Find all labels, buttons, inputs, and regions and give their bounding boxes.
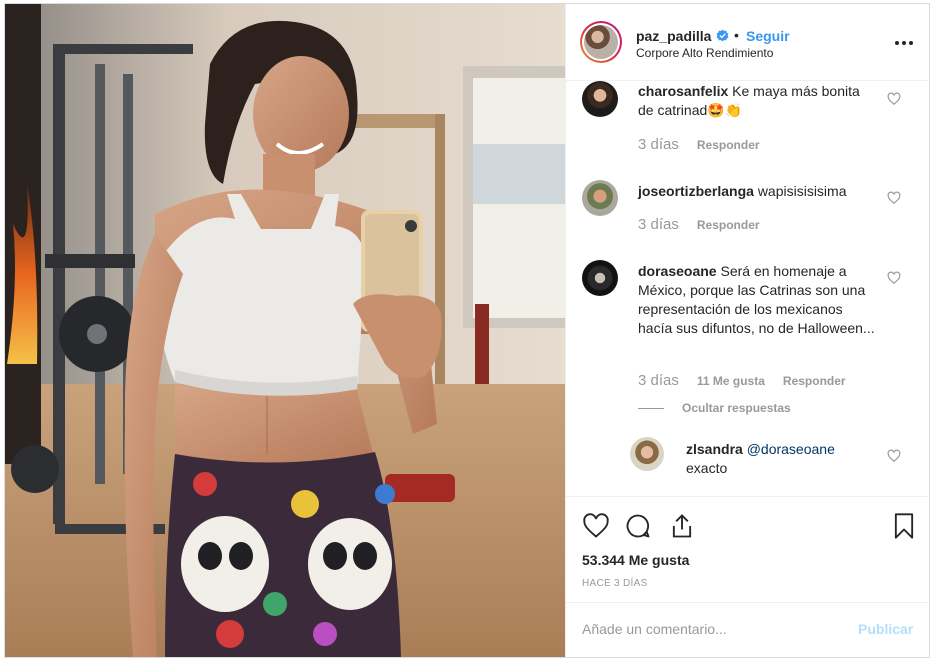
add-comment-bar: Publicar xyxy=(566,602,930,658)
comment-avatar[interactable] xyxy=(582,81,618,117)
likes-count[interactable]: 53.344 Me gusta xyxy=(582,552,689,568)
comment-like-icon[interactable] xyxy=(887,191,901,205)
bookmark-icon[interactable] xyxy=(890,512,918,540)
comment-meta: 3 días 11 Me gusta Responder xyxy=(638,372,846,389)
comment-icon[interactable] xyxy=(624,512,652,540)
comment-time[interactable]: 3 días xyxy=(638,372,679,389)
heart-icon[interactable] xyxy=(582,512,610,540)
header-separator: • xyxy=(734,27,739,43)
comment-input[interactable] xyxy=(582,617,832,641)
hide-replies-label: Ocultar respuestas xyxy=(682,401,791,415)
comment-time[interactable]: 3 días xyxy=(638,216,679,233)
author-username[interactable]: paz_padilla xyxy=(636,28,711,44)
more-options-icon[interactable] xyxy=(892,31,916,55)
comment-meta: 3 días Responder xyxy=(638,216,760,233)
comment-text: charosanfelix Ke maya más bonita de catr… xyxy=(638,83,860,118)
post-photo[interactable] xyxy=(5,4,565,657)
emoji-icons: 🤩👏 xyxy=(707,102,743,118)
post-location[interactable]: Corpore Alto Rendimiento xyxy=(636,46,773,60)
post-header: paz_padilla • Seguir Corpore Alto Rendim… xyxy=(566,4,930,81)
comment-text: doraseoane Será en homenaje a México, po… xyxy=(638,263,875,336)
comment-time[interactable]: 3 días xyxy=(638,136,679,153)
reply-username[interactable]: zlsandra xyxy=(686,441,743,457)
comment-like-icon[interactable] xyxy=(887,271,901,285)
comment-likes-count[interactable]: 11 Me gusta xyxy=(697,374,765,388)
hide-replies-button[interactable]: Ocultar respuestas xyxy=(638,401,791,415)
verified-badge-icon xyxy=(716,29,729,42)
reply-mention[interactable]: @doraseoane xyxy=(747,441,835,457)
comment-username[interactable]: charosanfelix xyxy=(638,83,728,99)
comment-username[interactable]: doraseoane xyxy=(638,263,717,279)
comment-meta: 3 días Responder xyxy=(638,136,760,153)
post-actions: 53.344 Me gusta HACE 3 DÍAS Publicar xyxy=(566,496,930,659)
comment-text: joseortizberlanga wapisisisisima xyxy=(638,183,847,199)
post-side-panel: paz_padilla • Seguir Corpore Alto Rendim… xyxy=(565,4,930,659)
post-dialog: paz_padilla • Seguir Corpore Alto Rendim… xyxy=(4,3,930,658)
gym-selfie-image xyxy=(5,4,565,657)
comment-avatar[interactable] xyxy=(582,260,618,296)
reply-button[interactable]: Responder xyxy=(697,138,760,152)
follow-button[interactable]: Seguir xyxy=(746,28,790,44)
share-icon[interactable] xyxy=(668,512,696,540)
post-time[interactable]: HACE 3 DÍAS xyxy=(582,578,648,589)
comment-avatar[interactable] xyxy=(582,180,618,216)
reply-like-icon[interactable] xyxy=(887,449,901,463)
reply-button[interactable]: Responder xyxy=(783,374,846,388)
reply-text: zlsandra @doraseoane exacto xyxy=(686,441,835,476)
reply-button[interactable]: Responder xyxy=(697,218,760,232)
replies-divider xyxy=(638,407,664,409)
comment-username[interactable]: joseortizberlanga xyxy=(638,183,754,199)
publish-button[interactable]: Publicar xyxy=(858,621,913,637)
comment-like-icon[interactable] xyxy=(887,92,901,106)
reply-avatar[interactable] xyxy=(630,437,664,471)
author-avatar[interactable] xyxy=(580,21,622,63)
